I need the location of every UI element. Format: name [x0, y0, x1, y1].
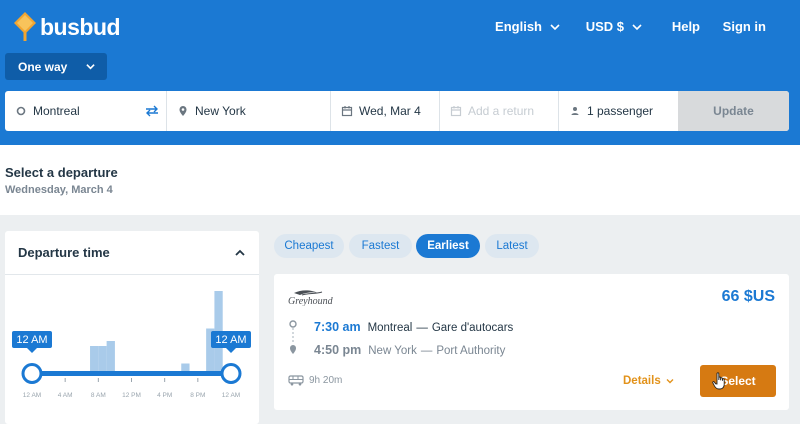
separator-dash: —	[420, 345, 433, 357]
trip-type-label: One way	[18, 59, 68, 74]
range-start-tag: 12 AM	[12, 331, 52, 353]
arrival-city: New York	[368, 345, 417, 357]
departure-city: Montreal	[367, 322, 413, 334]
separator-dash: —	[416, 322, 428, 334]
departure-station: Gare d'autocars	[431, 322, 514, 334]
help-link[interactable]: Help	[672, 19, 700, 34]
chevron-down-icon	[86, 64, 95, 70]
tick-label: 8 PM	[190, 392, 205, 399]
trip-type-dropdown[interactable]: One way	[5, 53, 107, 80]
range-slider-track[interactable]	[31, 371, 231, 376]
departure-time-histogram: 12 AM 4 AM 8 AM 12 PM 4 PM 8 PM 12 AM 12 AM 12…	[12, 291, 251, 399]
price: 66 $US	[721, 288, 775, 305]
date-strip: Select a departure Wednesday, March 4	[0, 145, 800, 215]
origin-field[interactable]: Montreal	[5, 91, 167, 131]
tick-label: 12 AM	[23, 392, 41, 399]
carrier-name: Greyhound	[288, 296, 334, 306]
header: busbud English USD $ Help Sign in One wa…	[0, 0, 800, 145]
update-button[interactable]: Update	[678, 91, 789, 131]
tick-label: 4 PM	[157, 392, 172, 399]
swap-icon[interactable]	[145, 105, 159, 117]
details-label: Details	[623, 375, 661, 387]
chevron-up-icon[interactable]	[235, 248, 245, 257]
arrival-time: 4:50 pm	[314, 343, 362, 357]
brand-name: busbud	[40, 13, 121, 40]
calendar-icon	[341, 106, 353, 117]
range-start-handle[interactable]	[21, 363, 43, 384]
origin-value: Montreal	[33, 104, 80, 118]
busbud-logo[interactable]: busbud	[14, 12, 121, 42]
sort-tab-latest[interactable]: Latest	[485, 234, 539, 258]
range-start-label: 12 AM	[16, 334, 47, 346]
origin-circle-icon	[16, 106, 26, 116]
chevron-down-icon	[632, 23, 642, 30]
arrival-row: 4:50 pm New York — Port Authority	[314, 343, 505, 357]
histogram-bar	[106, 341, 115, 371]
chevron-down-icon	[550, 23, 560, 30]
currency-label: USD $	[585, 19, 624, 34]
tick-label: 8 AM	[91, 392, 106, 399]
busbud-logo-icon	[14, 12, 36, 41]
bus-icon	[288, 375, 304, 386]
page-title: Select a departure	[5, 165, 118, 180]
sort-tab-earliest[interactable]: Earliest	[416, 234, 480, 258]
range-end-label: 12 AM	[215, 334, 246, 346]
hand-cursor-icon	[712, 372, 725, 390]
histogram-bar	[98, 346, 107, 371]
return-date-field[interactable]: Add a return	[440, 91, 559, 131]
departure-row: 7:30 am Montreal — Gare d'autocars	[314, 320, 513, 334]
departure-time: 7:30 am	[314, 320, 361, 334]
currency-selector[interactable]: USD $	[586, 19, 642, 34]
language-label: English	[495, 19, 542, 34]
chevron-down-icon	[666, 379, 674, 384]
tick-label: 12 PM	[122, 392, 141, 399]
details-link[interactable]: Details	[623, 375, 674, 387]
departure-date-value: Wed, Mar 4	[359, 104, 421, 118]
sort-tab-fastest[interactable]: Fastest	[349, 234, 412, 258]
tick-label: 12 AM	[222, 392, 240, 399]
person-icon	[571, 107, 579, 115]
language-selector[interactable]: English	[495, 19, 560, 34]
return-placeholder: Add a return	[468, 104, 535, 118]
calendar-icon	[450, 106, 462, 117]
passenger-field[interactable]: 1 passenger	[559, 91, 678, 131]
arrival-station: Port Authority	[436, 345, 506, 357]
tick-label: 4 AM	[58, 392, 73, 399]
destination-field[interactable]: New York	[167, 91, 331, 131]
selected-date: Wednesday, March 4	[5, 184, 113, 196]
greyhound-logo: Greyhound	[288, 290, 334, 306]
route-timeline-icon	[289, 320, 297, 354]
histogram-bar	[181, 363, 190, 371]
departure-time-filter: Departure time 12 AM 4 AM 8 AM 12 PM 4 PM 8 P…	[5, 231, 259, 424]
destination-value: New York	[195, 104, 246, 118]
filter-header[interactable]: Departure time	[5, 231, 259, 275]
sort-tab-cheapest[interactable]: Cheapest	[274, 234, 344, 258]
range-end-handle[interactable]	[220, 363, 242, 384]
trip-duration: 9h 20m	[288, 375, 342, 386]
passenger-value: 1 passenger	[587, 104, 654, 118]
result-card[interactable]: Greyhound 66 $US 7:30 am Montreal — Gare…	[274, 274, 789, 410]
filter-title: Departure time	[18, 245, 110, 260]
departure-date-field[interactable]: Wed, Mar 4	[331, 91, 440, 131]
duration-value: 9h 20m	[309, 375, 343, 386]
search-bar: Montreal New York Wed, Mar 4 Add a retur…	[5, 91, 789, 131]
histogram-bar	[90, 346, 99, 371]
sign-in-link[interactable]: Sign in	[723, 19, 766, 34]
location-pin-icon	[179, 106, 187, 116]
